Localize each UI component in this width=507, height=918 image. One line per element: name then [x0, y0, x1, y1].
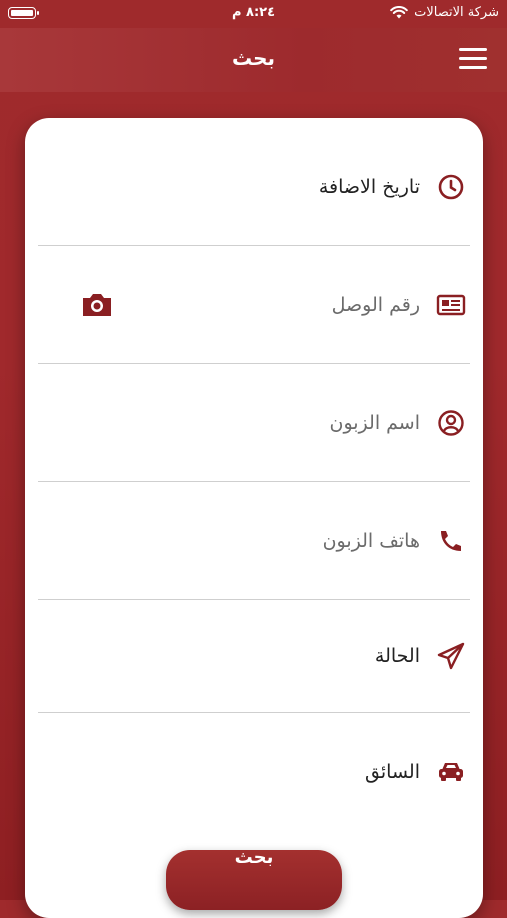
camera-icon[interactable]	[80, 290, 114, 320]
field-customer-phone[interactable]: هاتف الزبون	[38, 482, 470, 600]
search-button-label: بحث	[234, 847, 274, 868]
field-label-receipt-number: رقم الوصل	[331, 293, 420, 316]
carrier-info: شركة الاتصالات	[390, 5, 499, 20]
receipt-card-icon	[436, 294, 466, 315]
nav-bar: بحث	[0, 28, 507, 92]
battery-icon	[8, 7, 39, 19]
field-receipt-number[interactable]: رقم الوصل	[38, 246, 470, 364]
field-driver[interactable]: السائق	[38, 713, 470, 831]
phone-icon	[441, 530, 461, 551]
car-icon	[439, 763, 463, 781]
status-bar: ٨:٢٤ م شركة الاتصالات	[0, 0, 507, 28]
field-label-driver: السائق	[365, 761, 420, 783]
field-added-date[interactable]: تاريخ الاضافة	[38, 128, 470, 246]
search-form-card: تاريخ الاضافة رقم الوصل اسم الزبون هاتف …	[25, 118, 483, 918]
user-circle-icon	[438, 409, 464, 436]
field-customer-name[interactable]: اسم الزبون	[38, 364, 470, 482]
search-button[interactable]: بحث	[166, 847, 342, 910]
field-status[interactable]: الحالة	[38, 600, 470, 713]
wifi-icon	[390, 6, 408, 19]
status-time: ٨:٢٤ م	[231, 5, 276, 20]
paper-plane-icon	[437, 642, 465, 670]
clock-icon	[438, 174, 464, 199]
hamburger-menu-icon[interactable]	[459, 48, 487, 70]
field-label-customer-name: اسم الزبون	[329, 411, 421, 434]
carrier-name: شركة الاتصالات	[414, 5, 499, 20]
page-title: بحث	[231, 46, 276, 70]
field-label-added-date: تاريخ الاضافة	[318, 175, 420, 198]
field-label-status: الحالة	[374, 645, 420, 667]
field-label-customer-phone: هاتف الزبون	[322, 529, 420, 552]
